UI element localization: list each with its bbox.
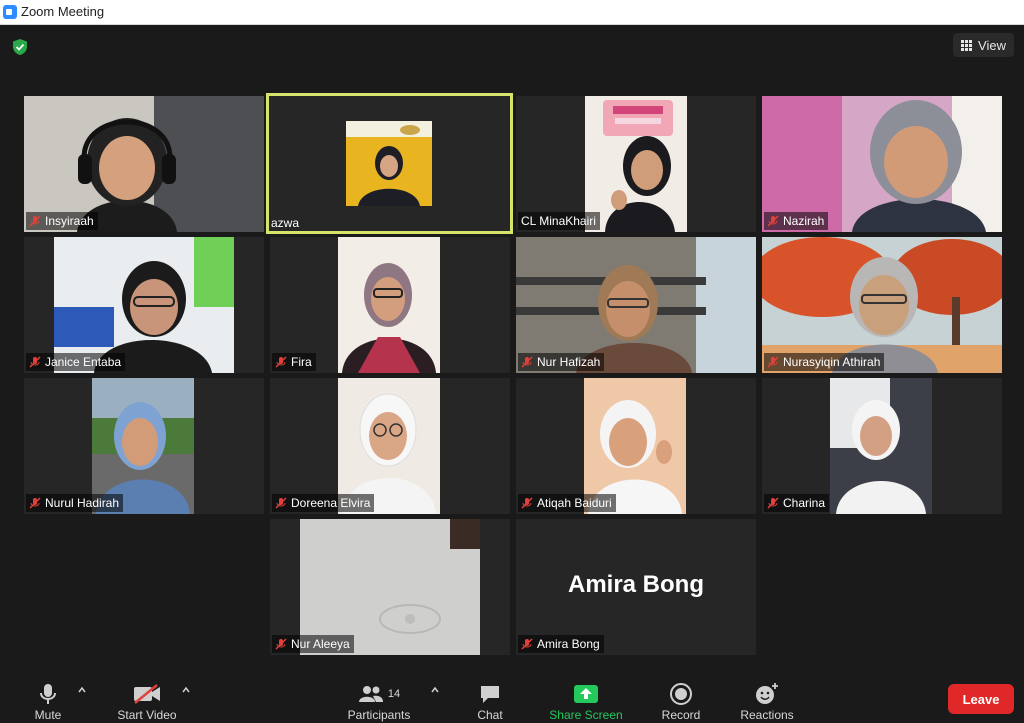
record-label: Record: [661, 708, 701, 722]
participant-video: [346, 121, 432, 206]
video-tile-nur-hafizah[interactable]: Nur Hafizah: [516, 237, 756, 373]
muted-mic-icon: [275, 497, 287, 509]
participant-name: Amira Bong: [537, 637, 600, 651]
participant-name: Fira: [291, 355, 312, 369]
start-video-label: Start Video: [117, 708, 177, 722]
participant-name: Nur Hafizah: [537, 355, 601, 369]
shield-icon[interactable]: [12, 38, 28, 56]
participant-label: Charina: [764, 494, 830, 512]
participant-name: Doreena Elvira: [291, 496, 371, 510]
participant-name: Nurasyiqin Athirah: [783, 355, 881, 369]
chat-icon: [478, 680, 502, 708]
muted-mic-icon: [275, 356, 287, 368]
participants-count: 14: [387, 688, 401, 700]
reactions-icon: [754, 680, 780, 708]
participant-label: Doreena Elvira: [272, 494, 375, 512]
participant-name: Atiqah Baiduri: [537, 496, 612, 510]
participant-name: Nurul Hadirah: [45, 496, 120, 510]
reactions-button[interactable]: Reactions: [736, 672, 798, 723]
muted-mic-icon: [29, 497, 41, 509]
participant-label: Nurul Hadirah: [26, 494, 124, 512]
leave-button[interactable]: Leave: [948, 684, 1014, 714]
start-video-button[interactable]: Start Video: [110, 672, 184, 723]
participant-label: Janice Entaba: [26, 353, 126, 371]
participant-name: Nazirah: [783, 214, 825, 228]
video-tile-nurasyiqin-athirah[interactable]: Nurasyiqin Athirah: [762, 237, 1002, 373]
participants-button[interactable]: 14 Participants: [340, 672, 418, 723]
participant-name: CL MinaKhairi: [521, 214, 596, 228]
participant-label: CL MinaKhairi: [518, 212, 600, 230]
participant-video: [585, 96, 687, 232]
reactions-label: Reactions: [740, 708, 794, 722]
chat-button[interactable]: Chat: [470, 672, 510, 723]
zoom-logo-icon: [3, 5, 17, 19]
participant-label: Amira Bong: [518, 635, 604, 653]
mute-label: Mute: [34, 708, 62, 722]
window-titlebar: Zoom Meeting: [0, 0, 1024, 25]
view-button[interactable]: View: [953, 33, 1014, 57]
muted-mic-icon: [29, 356, 41, 368]
record-icon: [669, 680, 693, 708]
muted-mic-icon: [767, 356, 779, 368]
video-tile-fira[interactable]: Fira: [270, 237, 510, 373]
participant-name: Janice Entaba: [45, 355, 122, 369]
video-tile-doreena-elvira[interactable]: Doreena Elvira: [270, 378, 510, 514]
video-tile-nazirah[interactable]: Nazirah: [762, 96, 1002, 232]
participant-name: Nur Aleeya: [291, 637, 350, 651]
share-screen-button[interactable]: Share Screen: [544, 672, 628, 723]
participants-label: Participants: [347, 708, 411, 722]
participant-name: Charina: [783, 496, 826, 510]
muted-mic-icon: [29, 215, 41, 227]
share-screen-label: Share Screen: [549, 708, 623, 722]
participant-label: azwa: [268, 214, 303, 232]
muted-mic-icon: [767, 497, 779, 509]
chevron-up-icon[interactable]: [182, 686, 190, 694]
participant-video: [338, 237, 440, 373]
participant-video: [830, 378, 932, 514]
view-button-label: View: [978, 37, 1006, 53]
muted-mic-icon: [521, 638, 533, 650]
video-tile-nur-aleeya[interactable]: Nur Aleeya: [270, 519, 510, 655]
video-tile-insyiraah[interactable]: Insyiraah: [24, 96, 264, 232]
muted-mic-icon: [767, 215, 779, 227]
muted-mic-icon: [521, 356, 533, 368]
participant-label: Nur Hafizah: [518, 353, 605, 371]
participant-label: Fira: [272, 353, 316, 371]
participant-label: Nazirah: [764, 212, 829, 230]
video-tile-amira-bong[interactable]: Amira Bong Amira Bong: [516, 519, 756, 655]
chat-label: Chat: [477, 708, 503, 722]
chevron-up-icon[interactable]: [431, 686, 439, 694]
participant-label: Nurasyiqin Athirah: [764, 353, 885, 371]
camera-off-display-name: Amira Bong: [567, 571, 704, 598]
video-tile-atiqah-baiduri[interactable]: Atiqah Baiduri: [516, 378, 756, 514]
grid-view-icon: [961, 39, 973, 51]
meeting-toolbar: Mute Start Video 14 Participants Chat Sh…: [0, 672, 1024, 722]
muted-mic-icon: [275, 638, 287, 650]
participant-video: [852, 100, 986, 232]
video-off-icon: [132, 680, 162, 708]
participant-name: Insyiraah: [45, 214, 94, 228]
video-tile-janice-entaba[interactable]: Janice Entaba: [24, 237, 264, 373]
video-tile-azwa[interactable]: azwa: [266, 93, 513, 234]
video-tile-nurul-hadirah[interactable]: Nurul Hadirah: [24, 378, 264, 514]
participant-label: Insyiraah: [26, 212, 98, 230]
record-button[interactable]: Record: [658, 672, 704, 723]
microphone-icon: [39, 680, 57, 708]
video-tile-charina[interactable]: Charina: [762, 378, 1002, 514]
share-screen-icon: [573, 680, 599, 708]
participants-icon: 14: [358, 680, 400, 708]
meeting-area: View Insyiraah azwa CL MinaKhairi Nazira…: [0, 25, 1024, 672]
muted-mic-icon: [521, 497, 533, 509]
chevron-up-icon[interactable]: [78, 686, 86, 694]
participant-label: Atiqah Baiduri: [518, 494, 616, 512]
participant-name: azwa: [271, 216, 300, 230]
video-tile-cl-minakhairi[interactable]: CL MinaKhairi: [516, 96, 756, 232]
window-title: Zoom Meeting: [21, 4, 105, 19]
participant-label: Nur Aleeya: [272, 635, 354, 653]
mute-button[interactable]: Mute: [28, 672, 68, 723]
